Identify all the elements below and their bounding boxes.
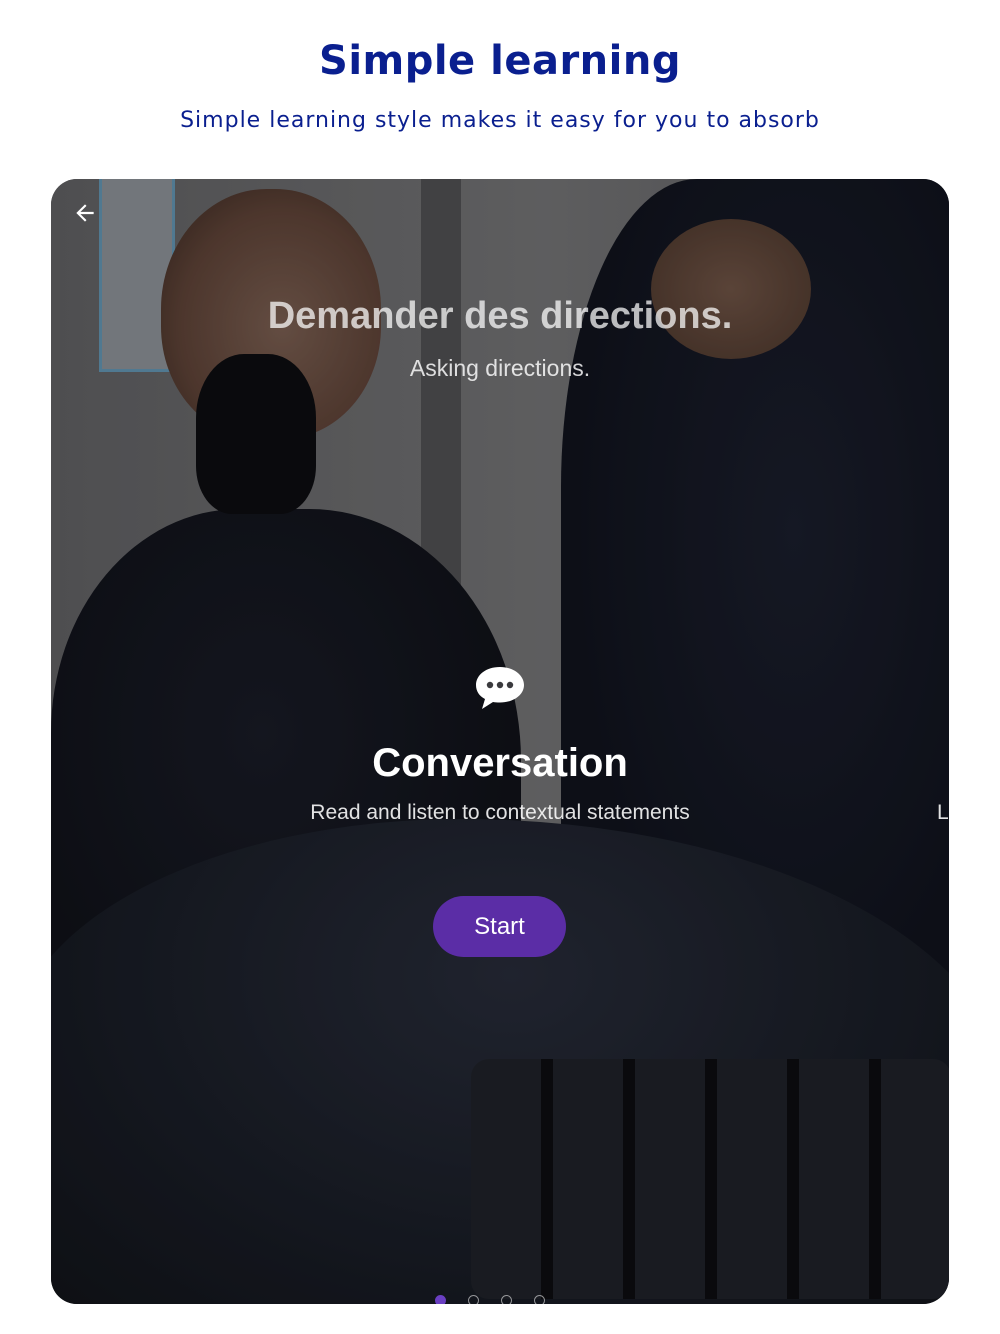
page-dot[interactable] <box>435 1295 446 1304</box>
app-screen: Demander des directions. Asking directio… <box>51 179 949 1304</box>
page-dot[interactable] <box>501 1295 512 1304</box>
promo-subtitle: Simple learning style makes it easy for … <box>180 108 820 133</box>
back-button[interactable] <box>67 195 103 231</box>
lesson-title: Demander des directions. <box>267 295 733 337</box>
page-dot[interactable] <box>468 1295 479 1304</box>
page-dot[interactable] <box>534 1295 545 1304</box>
start-button[interactable]: Start <box>433 896 566 957</box>
promo-title: Simple learning <box>319 38 681 84</box>
page-indicator[interactable] <box>435 1295 545 1304</box>
lesson-translation: Asking directions. <box>409 355 591 381</box>
card-description: Read and listen to contextual statements <box>310 801 690 824</box>
arrow-left-icon <box>76 204 94 222</box>
next-card-peek[interactable]: L <box>937 801 949 825</box>
chat-bubble-icon <box>476 667 524 709</box>
promo-header: Simple learning Simple learning style ma… <box>0 0 1000 175</box>
card-title: Conversation <box>372 741 628 785</box>
